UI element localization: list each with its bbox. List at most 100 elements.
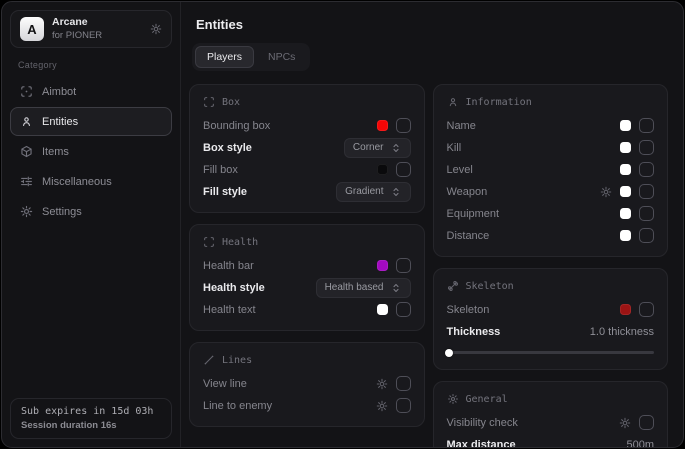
weapon-checkbox[interactable] bbox=[639, 184, 654, 199]
row-label: Fill box bbox=[203, 164, 238, 176]
equipment-checkbox[interactable] bbox=[639, 206, 654, 221]
dropdown-value: Corner bbox=[353, 142, 384, 153]
weapon-color-swatch[interactable] bbox=[620, 186, 631, 197]
equipment-row: Equipment bbox=[447, 203, 655, 224]
bounding-box-color-swatch[interactable] bbox=[377, 120, 388, 131]
row-label: Health style bbox=[203, 282, 265, 294]
tab-npcs[interactable]: NPCs bbox=[256, 46, 307, 68]
view-line-settings-icon[interactable] bbox=[376, 378, 388, 390]
row-label: Distance bbox=[447, 230, 490, 242]
cards-grid: Box Bounding box Box style Corne bbox=[189, 84, 668, 447]
skeleton-card: Skeleton Skeleton Thickness 1.0 thicknes… bbox=[433, 268, 669, 370]
entities-icon bbox=[447, 96, 459, 108]
sidebar-item-items[interactable]: Items bbox=[10, 137, 172, 166]
dropdown-value: Health based bbox=[325, 282, 384, 293]
name-checkbox[interactable] bbox=[639, 118, 654, 133]
health-text-checkbox[interactable] bbox=[396, 302, 411, 317]
view-line-row: View line bbox=[203, 373, 411, 394]
sidebar-item-aimbot[interactable]: Aimbot bbox=[10, 77, 172, 106]
health-card-header: Health bbox=[203, 236, 411, 248]
row-label: Fill style bbox=[203, 186, 247, 198]
kill-color-swatch[interactable] bbox=[620, 142, 631, 153]
box-style-dropdown[interactable]: Corner bbox=[344, 138, 411, 158]
thickness-slider-handle[interactable] bbox=[445, 349, 453, 357]
row-label: Name bbox=[447, 120, 476, 132]
chevron-up-down-icon bbox=[390, 142, 402, 154]
distance-checkbox[interactable] bbox=[639, 228, 654, 243]
bounding-box-checkbox[interactable] bbox=[396, 118, 411, 133]
thickness-slider[interactable] bbox=[447, 351, 655, 354]
page-title: Entities bbox=[196, 17, 668, 32]
information-card-header: Information bbox=[447, 96, 655, 108]
fill-box-color-swatch[interactable] bbox=[377, 164, 388, 175]
app-subtitle: for PIONER bbox=[52, 31, 102, 41]
equipment-color-swatch[interactable] bbox=[620, 208, 631, 219]
card-title: General bbox=[466, 394, 508, 405]
line-to-enemy-checkbox[interactable] bbox=[396, 398, 411, 413]
card-title: Lines bbox=[222, 355, 252, 366]
health-style-dropdown[interactable]: Health based bbox=[316, 278, 411, 298]
row-label: Visibility check bbox=[447, 417, 518, 429]
sidebar-item-settings[interactable]: Settings bbox=[10, 197, 172, 226]
level-checkbox[interactable] bbox=[639, 162, 654, 177]
information-card: Information Name Kill bbox=[433, 84, 669, 257]
level-color-swatch[interactable] bbox=[620, 164, 631, 175]
row-label: Line to enemy bbox=[203, 400, 272, 412]
category-label: Category bbox=[18, 60, 180, 70]
logo-text: Arcane for PIONER bbox=[52, 17, 102, 41]
app-title: Arcane bbox=[52, 17, 102, 29]
tab-players[interactable]: Players bbox=[195, 46, 254, 68]
max-distance-row: Max distance 500m bbox=[447, 434, 655, 447]
sidebar-item-entities[interactable]: Entities bbox=[10, 107, 172, 136]
general-card: General Visibility check Max distance 50… bbox=[433, 381, 669, 447]
skeleton-color-swatch[interactable] bbox=[620, 304, 631, 315]
row-label: Weapon bbox=[447, 186, 488, 198]
view-line-checkbox[interactable] bbox=[396, 376, 411, 391]
skeleton-checkbox[interactable] bbox=[639, 302, 654, 317]
main-content: Entities Players NPCs Box Bounding box bbox=[181, 2, 683, 447]
tab-bar: Players NPCs bbox=[192, 43, 310, 71]
health-card: Health Health bar Health style H bbox=[189, 224, 425, 331]
distance-color-swatch[interactable] bbox=[620, 230, 631, 241]
kill-checkbox[interactable] bbox=[639, 140, 654, 155]
weapon-settings-icon[interactable] bbox=[600, 186, 612, 198]
gear-icon bbox=[20, 205, 33, 218]
logo-settings-icon[interactable] bbox=[150, 23, 162, 35]
health-bar-checkbox[interactable] bbox=[396, 258, 411, 273]
sun-icon bbox=[447, 393, 459, 405]
level-row: Level bbox=[447, 159, 655, 180]
dropdown-value: Gradient bbox=[345, 186, 383, 197]
skeleton-row: Skeleton bbox=[447, 299, 655, 320]
sidebar-item-miscellaneous[interactable]: Miscellaneous bbox=[10, 167, 172, 196]
sidebar-item-label: Miscellaneous bbox=[42, 176, 112, 188]
distance-row: Distance bbox=[447, 225, 655, 246]
skeleton-card-header: Skeleton bbox=[447, 280, 655, 292]
fill-style-dropdown[interactable]: Gradient bbox=[336, 182, 410, 202]
logo-card: A Arcane for PIONER bbox=[10, 10, 172, 48]
left-column: Box Bounding box Box style Corne bbox=[189, 84, 425, 427]
visibility-check-settings-icon[interactable] bbox=[619, 417, 631, 429]
health-style-row: Health style Health based bbox=[203, 277, 411, 298]
card-title: Information bbox=[466, 97, 532, 108]
sidebar: A Arcane for PIONER Category Aimbot Enti… bbox=[2, 2, 181, 447]
diagonal-line-icon bbox=[203, 354, 215, 366]
card-title: Health bbox=[222, 237, 258, 248]
health-bar-color-swatch[interactable] bbox=[377, 260, 388, 271]
sidebar-item-label: Aimbot bbox=[42, 86, 76, 98]
row-label: Max distance bbox=[447, 439, 516, 448]
weapon-row: Weapon bbox=[447, 181, 655, 202]
name-color-swatch[interactable] bbox=[620, 120, 631, 131]
kill-row: Kill bbox=[447, 137, 655, 158]
health-text-color-swatch[interactable] bbox=[377, 304, 388, 315]
subscription-card: Sub expires in 15d 03h Session duration … bbox=[10, 398, 172, 439]
line-to-enemy-settings-icon[interactable] bbox=[376, 400, 388, 412]
crosshair-icon bbox=[20, 85, 33, 98]
card-title: Skeleton bbox=[466, 281, 514, 292]
row-label: Equipment bbox=[447, 208, 500, 220]
box-style-row: Box style Corner bbox=[203, 137, 411, 158]
sidebar-nav: Aimbot Entities Items Miscellaneous Sett… bbox=[2, 77, 180, 226]
row-label: Box style bbox=[203, 142, 252, 154]
fill-box-checkbox[interactable] bbox=[396, 162, 411, 177]
frame-brackets-icon bbox=[203, 236, 215, 248]
visibility-check-checkbox[interactable] bbox=[639, 415, 654, 430]
